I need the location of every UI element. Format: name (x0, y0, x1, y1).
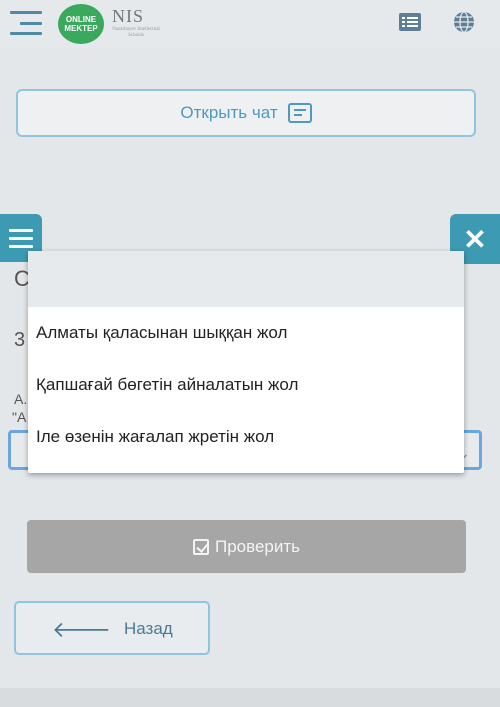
dropdown-option[interactable]: Қапшағай бөгетін айналатын жол (28, 359, 464, 411)
dropdown-option[interactable]: Іле өзенін жағалап жретін жол (28, 411, 464, 463)
arrow-left-icon: 🡐 (52, 617, 111, 642)
back-label: Назад (124, 619, 173, 638)
chat-icon (287, 103, 312, 123)
bottom-strip (0, 688, 500, 707)
check-button[interactable]: Проверить (27, 520, 466, 573)
back-button[interactable]: 🡐 Назад (14, 601, 210, 655)
dropdown-option[interactable]: Алматы қаласынан шыққан жол (28, 307, 464, 359)
online-mektep-logo[interactable]: ONLINE MEKTEP (58, 4, 104, 44)
dropdown-list: Алматы қаласынан шыққан жол Қапшағай бөг… (28, 251, 464, 473)
top-bar: ONLINE MEKTEP NIS Nazarbayev Intellectua… (0, 0, 500, 48)
open-chat-button[interactable]: Открыть чат (16, 89, 476, 137)
menu-toggle-icon[interactable] (10, 8, 42, 38)
question-number: 3 (14, 329, 26, 351)
open-chat-label: Открыть чат (180, 103, 278, 122)
list-icon[interactable] (398, 10, 422, 34)
text-fragment-1: А. (14, 391, 28, 407)
checkbox-icon (192, 538, 209, 555)
dropdown-option-empty[interactable] (28, 251, 464, 307)
check-label: Проверить (214, 536, 301, 556)
globe-icon[interactable] (452, 10, 476, 34)
nis-logo: NIS Nazarbayev Intellectual Schools (112, 6, 160, 38)
text-fragment-2: "А (12, 409, 27, 425)
